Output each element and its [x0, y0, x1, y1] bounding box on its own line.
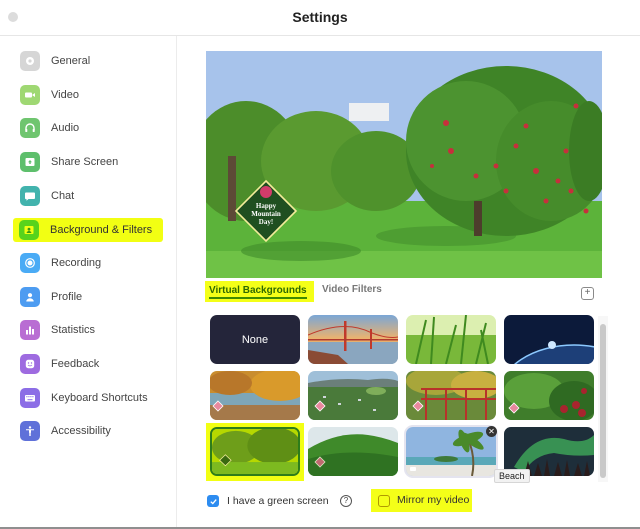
title-bar: Settings — [0, 0, 640, 36]
tab-video-filters[interactable]: Video Filters — [322, 279, 382, 300]
sidebar-item-label: General — [51, 55, 91, 67]
sidebar-item-label: Video — [51, 89, 79, 101]
plus-icon: + — [584, 287, 591, 298]
background-person-icon — [19, 220, 39, 240]
sidebar-item-label: Accessibility — [51, 425, 111, 437]
background-thumb-town[interactable] — [308, 371, 398, 420]
sidebar: General Video Audio Share Screen Chat Ba… — [0, 36, 177, 529]
background-thumb-golden-gate[interactable] — [308, 315, 398, 364]
smiley-icon — [20, 354, 40, 374]
sidebar-item-accessibility[interactable]: Accessibility — [14, 419, 162, 443]
badge-text-line-2: Mountain — [251, 210, 281, 218]
background-thumb-red-bridge[interactable] — [406, 371, 496, 420]
background-preview: Happy Mountain Day! — [206, 51, 602, 278]
badge-text-line-3: Day! — [259, 218, 273, 226]
add-background-button[interactable]: + — [581, 287, 594, 300]
sidebar-item-statistics[interactable]: Statistics — [14, 318, 162, 342]
share-screen-icon — [20, 152, 40, 172]
remove-background-button[interactable]: ✕ — [486, 426, 497, 437]
background-thumb-earth[interactable] — [504, 315, 594, 364]
none-label: None — [241, 333, 269, 346]
sidebar-item-video[interactable]: Video — [14, 83, 162, 107]
sidebar-item-label: Keyboard Shortcuts — [51, 392, 148, 404]
sidebar-item-general[interactable]: General — [14, 49, 162, 73]
close-icon: ✕ — [488, 427, 495, 436]
tab-virtual-backgrounds[interactable]: Virtual Backgrounds — [205, 281, 314, 302]
background-thumb-none[interactable]: None — [210, 315, 300, 364]
green-screen-label[interactable]: I have a green screen — [227, 495, 329, 507]
sidebar-item-keyboard-shortcuts[interactable]: Keyboard Shortcuts — [14, 386, 162, 410]
sidebar-item-background-filters[interactable]: Background & Filters — [13, 218, 163, 242]
sidebar-item-chat[interactable]: Chat — [14, 184, 162, 208]
background-tabs: Virtual Backgrounds Video Filters — [205, 281, 605, 303]
sidebar-item-label: Profile — [51, 291, 83, 303]
sidebar-item-label: Chat — [51, 190, 75, 202]
background-thumb-apple-branch[interactable] — [504, 371, 594, 420]
background-thumb-autumn-lake[interactable] — [210, 371, 300, 420]
video-camera-icon — [20, 85, 40, 105]
scrollbar-thumb[interactable] — [600, 324, 606, 478]
sidebar-item-profile[interactable]: Profile — [14, 285, 162, 309]
mirror-video-checkbox[interactable] — [378, 495, 390, 507]
sidebar-item-label: Recording — [51, 257, 102, 269]
tooltip: Beach — [494, 469, 530, 483]
keyboard-icon — [20, 388, 40, 408]
background-thumb-green-mountain[interactable] — [308, 427, 398, 476]
sidebar-item-audio[interactable]: Audio — [14, 116, 162, 140]
help-icon[interactable]: ? — [340, 495, 352, 507]
sidebar-item-label: Audio — [51, 122, 80, 134]
accessibility-icon — [20, 421, 40, 441]
gear-icon — [20, 51, 40, 71]
window-title: Settings — [292, 9, 348, 25]
sidebar-item-share-screen[interactable]: Share Screen — [14, 150, 162, 174]
chat-bubble-icon — [20, 186, 40, 206]
background-thumb-orchard[interactable] — [210, 427, 300, 476]
sidebar-item-label: Background & Filters — [50, 224, 153, 236]
background-thumb-beach[interactable] — [406, 427, 496, 476]
sidebar-item-label: Share Screen — [51, 156, 119, 168]
green-screen-checkbox[interactable] — [207, 495, 219, 507]
bar-chart-icon — [20, 320, 40, 340]
badge-text-line-1: Happy — [256, 202, 277, 210]
person-icon — [20, 287, 40, 307]
sidebar-item-label: Statistics — [51, 324, 96, 336]
record-icon — [20, 253, 40, 273]
headphones-icon — [20, 118, 40, 138]
checkmark-icon — [209, 498, 217, 505]
mirror-video-label[interactable]: Mirror my video — [397, 494, 469, 506]
background-thumb-grass[interactable] — [406, 315, 496, 364]
sidebar-item-feedback[interactable]: Feedback — [14, 352, 162, 376]
sidebar-item-label: Feedback — [51, 358, 100, 370]
sidebar-item-recording[interactable]: Recording — [14, 251, 162, 275]
